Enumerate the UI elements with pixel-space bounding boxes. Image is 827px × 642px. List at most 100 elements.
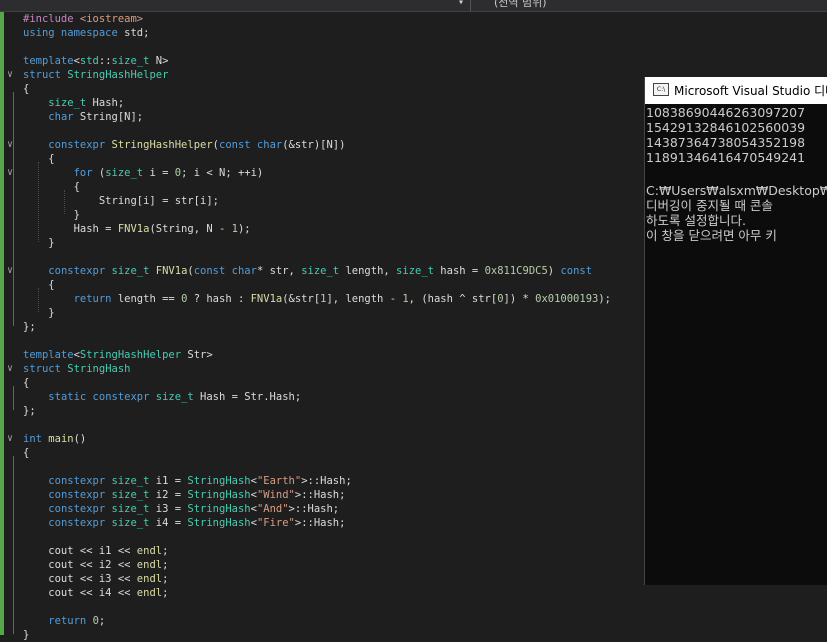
code-token: endl [136,573,163,585]
chevron-down-icon[interactable]: ▾ [458,0,464,8]
code-line[interactable]: template<std::size_t N> [23,54,168,68]
code-token: } [23,209,80,221]
code-token: cout << i3 << [23,573,137,585]
fold-toggle-icon[interactable]: ∨ [7,362,13,376]
code-token: cout << i1 << [23,545,137,557]
code-token: constexpr [48,517,112,529]
code-token: int [23,433,49,445]
editor-navigation-bar: ▾ (전역 범위) [0,0,827,12]
code-line[interactable]: int main() [23,432,86,446]
code-token: FNV1a [250,293,283,305]
code-token: { [23,181,80,193]
console-line: 15429132846102560039 [646,120,806,135]
code-line[interactable]: constexpr size_t i4 = StringHash<"Fire">… [23,516,345,530]
code-line[interactable]: }; [23,404,36,418]
code-token: "Fire" [256,517,295,529]
code-token: "Earth" [256,475,302,487]
code-token: N> [149,55,169,67]
code-line[interactable]: }; [23,320,36,334]
code-token: return [73,293,112,305]
code-token: (&str[ [282,293,321,305]
code-line[interactable]: String[i] = str[i]; [23,194,219,208]
code-token: >::Hash; [288,503,340,515]
code-line[interactable]: cout << i4 << endl; [23,586,168,600]
code-line[interactable]: Hash = FNV1a(String, N - 1); [23,222,251,236]
console-line: 11891346416470549241 [646,150,806,165]
scope-dropdown[interactable]: (전역 범위) [494,0,547,10]
indent-guide [38,288,39,312]
code-token: std [79,55,99,67]
code-line[interactable]: return length == 0 ? hash : FNV1a(&str[1… [23,292,611,306]
code-token: template [23,55,74,67]
code-line[interactable]: #include <iostream> [23,12,143,26]
code-line[interactable]: cout << i1 << endl; [23,544,168,558]
code-line[interactable]: char String[N]; [23,110,143,124]
code-token: 0x01000193 [535,293,599,305]
indent-guide [64,190,65,214]
debug-console-window[interactable]: C:\ Microsoft Visual Studio 디버 108386904… [644,77,827,585]
code-token: { [23,83,30,95]
code-line[interactable]: return 0; [23,614,105,628]
code-token: endl [136,559,163,571]
code-token: for [73,167,93,179]
code-line[interactable]: template<StringHashHelper Str> [23,348,213,362]
code-token: Str> [181,349,213,361]
code-line[interactable]: cout << i2 << endl; [23,558,168,572]
code-token: #include [23,13,80,25]
fold-toggle-icon[interactable]: ∨ [7,432,13,446]
code-token: "Wind" [256,489,295,501]
code-line[interactable]: { [23,446,29,460]
code-line[interactable]: constexpr size_t i2 = StringHash<"Wind">… [23,488,345,502]
code-line[interactable]: cout << i3 << endl; [23,572,168,586]
code-token: <iostream> [79,13,144,25]
console-titlebar[interactable]: C:\ Microsoft Visual Studio 디버 [645,77,827,104]
code-token: StringHashHelper [111,139,213,151]
code-line[interactable]: constexpr size_t i1 = StringHash<"Earth"… [23,474,351,488]
code-line[interactable]: } [23,208,80,222]
code-line[interactable]: { [23,82,29,96]
code-line[interactable]: } [23,628,29,642]
code-line[interactable]: size_t Hash; [23,96,124,110]
code-line[interactable]: struct StringHash [23,362,130,376]
code-token: const char [219,139,283,151]
code-token: size_t [111,517,150,529]
code-token: }; [23,405,36,417]
code-token: size_t [396,265,434,277]
code-token: StringHashHelper [67,69,169,81]
code-token: >::Hash; [294,517,346,529]
code-line[interactable]: using namespace std; [23,26,149,40]
code-token: cout << i2 << [23,559,137,571]
code-token: StringHash [187,489,251,501]
code-token: i4 = [149,517,188,529]
code-token: i3 = [149,503,188,515]
code-line[interactable]: { [23,180,80,194]
code-line[interactable]: constexpr StringHashHelper(const char(&s… [23,138,345,152]
fold-toggle-icon[interactable]: ∨ [7,68,13,82]
code-token: constexpr [48,475,112,487]
code-token: Hash = Str.Hash; [193,391,302,403]
code-line[interactable]: constexpr size_t FNV1a(const char* str, … [23,264,592,278]
code-token: using namespace [23,27,125,39]
code-line[interactable]: constexpr size_t i3 = StringHash<"And">:… [23,502,339,516]
code-line[interactable]: static constexpr size_t Hash = Str.Hash; [23,390,301,404]
console-title: Microsoft Visual Studio 디버 [674,84,827,98]
code-token: const char [193,265,257,277]
code-token: StringHash [187,503,251,515]
code-token: ; [162,587,169,599]
code-line[interactable]: struct StringHashHelper [23,68,168,82]
code-token: >::Hash; [294,489,346,501]
code-token: size_t [111,489,150,501]
code-token: size_t [155,391,194,403]
code-token: std; [124,27,150,39]
code-line[interactable]: { [23,376,29,390]
code-token: ); [598,293,611,305]
code-token: endl [136,545,163,557]
code-line[interactable]: for (size_t i = 0; i < N; ++i) [23,166,264,180]
